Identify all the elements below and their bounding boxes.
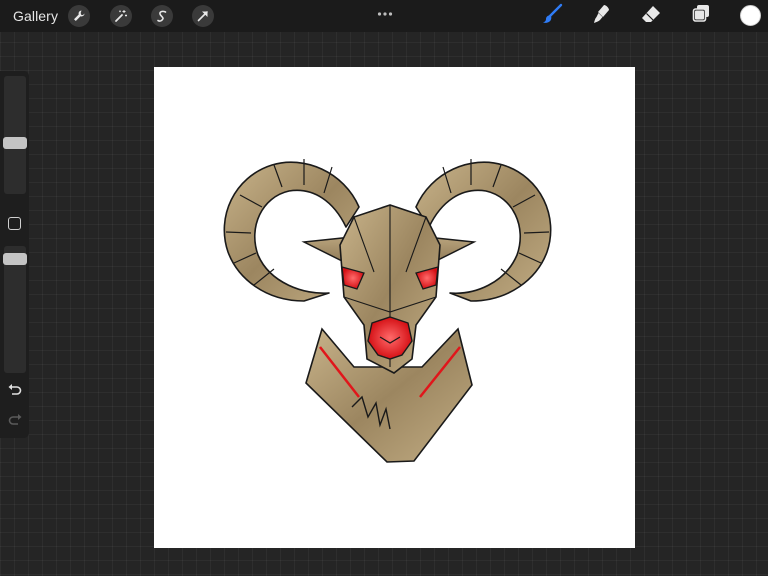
brush-tool-button[interactable] (540, 3, 564, 30)
transform-arrow-icon (196, 9, 210, 23)
opacity-thumb[interactable] (3, 253, 27, 265)
wrench-icon (72, 9, 86, 23)
actions-button[interactable] (68, 5, 90, 27)
eraser-icon (640, 3, 662, 30)
selection-icon (155, 9, 169, 23)
color-picker-button[interactable] (740, 5, 761, 26)
layers-button[interactable] (689, 4, 713, 28)
redo-icon (7, 413, 23, 432)
opacity-slider[interactable] (4, 246, 26, 373)
drawing-canvas[interactable] (154, 67, 635, 548)
brush-size-thumb[interactable] (3, 137, 27, 149)
transform-button[interactable] (192, 5, 214, 27)
redo-button[interactable] (6, 413, 24, 432)
modify-button[interactable] (8, 217, 21, 230)
undo-icon (7, 383, 23, 402)
undo-button[interactable] (6, 383, 24, 402)
gallery-button[interactable]: Gallery (13, 8, 58, 24)
brush-size-slider[interactable] (4, 76, 26, 194)
ram-head-artwork (223, 159, 552, 463)
layers-icon (690, 3, 712, 30)
smudge-icon (590, 3, 612, 30)
left-sidebar (0, 71, 29, 438)
magic-wand-icon (114, 9, 128, 23)
left-horn (223, 159, 360, 302)
more-dots-icon (377, 4, 393, 21)
adjustments-button[interactable] (110, 5, 132, 27)
smudge-tool-button[interactable] (589, 4, 613, 28)
eraser-tool-button[interactable] (639, 4, 663, 28)
top-toolbar: Gallery (0, 0, 768, 32)
more-options-button[interactable] (377, 4, 393, 16)
brush-icon (541, 3, 563, 30)
selection-button[interactable] (151, 5, 173, 27)
